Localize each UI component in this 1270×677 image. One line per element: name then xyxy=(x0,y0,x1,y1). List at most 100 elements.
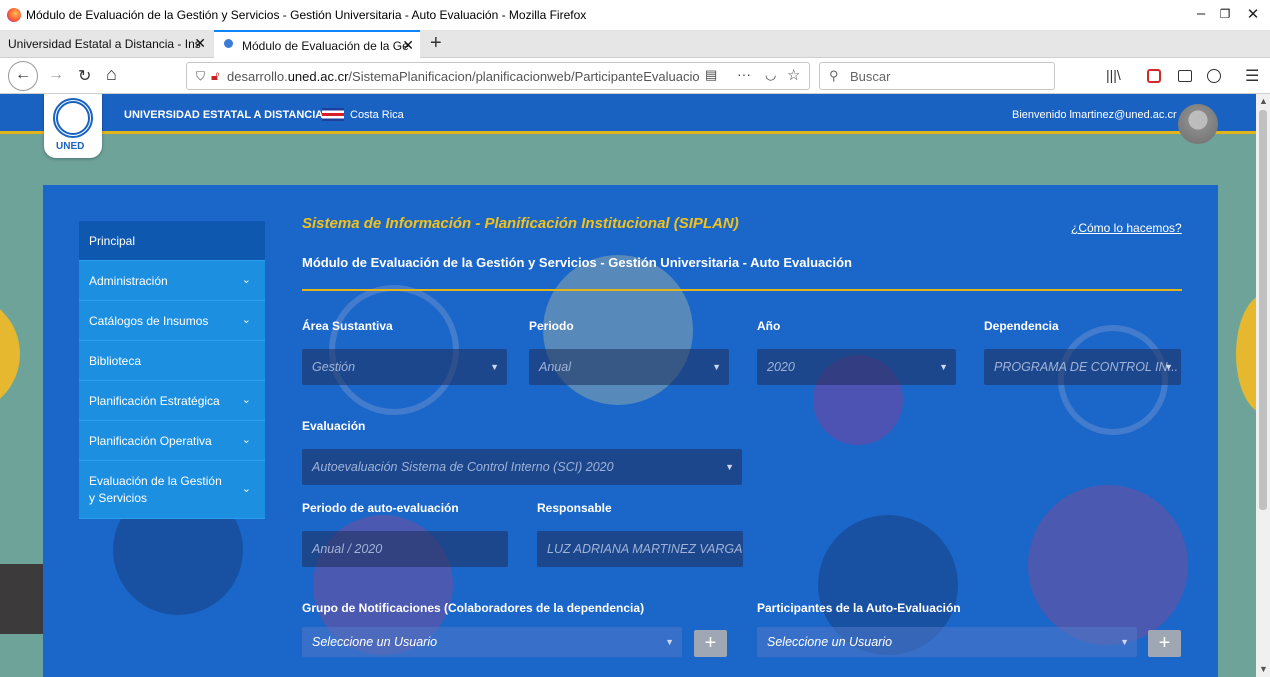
sidebar-item-evaluacion-gestion[interactable]: Evaluación de la Gestión y Servicios ⌄ xyxy=(79,461,265,519)
grupo-placeholder: Seleccione un Usuario xyxy=(312,635,438,649)
chevron-down-icon: ⌄ xyxy=(241,394,251,406)
new-tab-button[interactable]: + xyxy=(430,32,442,55)
dropdown-caret-icon: ▼ xyxy=(725,462,734,472)
dependencia-select[interactable]: PROGRAMA DE CONTROL IN... ▼ xyxy=(984,349,1181,385)
url-domain: uned.ac.cr xyxy=(287,69,349,84)
sidebar-item-planificacion-operativa[interactable]: Planificación Operativa ⌄ xyxy=(79,421,265,461)
scroll-down-icon[interactable]: ▼ xyxy=(1259,664,1268,674)
add-grupo-button[interactable]: + xyxy=(694,630,727,657)
insecure-lock-icon[interactable]: 🔓︎ xyxy=(211,68,219,84)
system-title: Sistema de Información - Planificación I… xyxy=(302,215,739,232)
menu-icon[interactable]: ☰ xyxy=(1245,66,1259,86)
add-participante-button[interactable]: + xyxy=(1148,630,1181,657)
tab-uned-home[interactable]: Universidad Estatal a Distancia - Ins ✕ xyxy=(0,30,212,58)
help-link[interactable]: ¿Cómo lo hacemos? xyxy=(1071,221,1182,235)
periodo-select[interactable]: Anual ▼ xyxy=(529,349,729,385)
chevron-down-icon: ⌄ xyxy=(241,274,251,286)
module-title: Módulo de Evaluación de la Gestión y Ser… xyxy=(302,255,852,270)
page-scrollbar[interactable]: ▲ ▼ xyxy=(1256,94,1270,677)
restore-button[interactable]: ❐ xyxy=(1210,7,1240,21)
close-tab-icon[interactable]: ✕ xyxy=(194,35,206,52)
sidebar-toggle-icon[interactable] xyxy=(1178,70,1192,82)
sidebar-item-biblioteca[interactable]: Biblioteca xyxy=(79,341,265,381)
url-prefix: desarrollo. xyxy=(227,69,288,84)
responsable-field: LUZ ADRIANA MARTINEZ VARGAS xyxy=(537,531,743,567)
site-header: UNIVERSIDAD ESTATAL A DISTANCIA Costa Ri… xyxy=(0,94,1256,134)
reader-view-icon[interactable]: ▤ xyxy=(705,67,717,83)
periodo-value: Anual xyxy=(539,360,571,374)
close-window-button[interactable]: ✕ xyxy=(1238,5,1268,23)
sidebar-item-label: Principal xyxy=(89,234,136,248)
responsable-label: Responsable xyxy=(537,501,612,515)
window-titlebar: Módulo de Evaluación de la Gestión y Ser… xyxy=(0,0,1270,30)
sidebar-item-label: Catálogos de Insumos xyxy=(89,314,209,328)
anio-label: Año xyxy=(757,319,781,333)
periodo-auto-field: Anual / 2020 xyxy=(302,531,508,567)
close-tab-icon[interactable]: ✕ xyxy=(402,37,414,54)
sidebar-item-label: Planificación Estratégica xyxy=(89,394,220,408)
window-title: Módulo de Evaluación de la Gestión y Ser… xyxy=(26,8,587,22)
uned-logo[interactable]: UNED xyxy=(44,94,102,158)
bookmark-star-icon[interactable]: ☆ xyxy=(787,66,800,84)
navigation-toolbar: ← → ↻ ⌂ ⛉ 🔓︎ desarrollo.uned.ac.cr/Siste… xyxy=(0,58,1270,94)
evaluacion-value: Autoevaluación Sistema de Control Intern… xyxy=(312,460,614,474)
deco-gears-icon xyxy=(1028,485,1188,645)
search-bar[interactable]: ⚲ Buscar xyxy=(819,62,1055,90)
area-value: Gestión xyxy=(312,360,356,374)
reload-button[interactable]: ↻ xyxy=(78,66,91,86)
periodo-auto-label: Periodo de auto-evaluación xyxy=(302,501,459,515)
evaluacion-select[interactable]: Autoevaluación Sistema de Control Intern… xyxy=(302,449,742,485)
participantes-placeholder: Seleccione un Usuario xyxy=(767,635,893,649)
pocket-icon[interactable]: ◡ xyxy=(765,67,776,83)
forward-button[interactable]: → xyxy=(48,66,64,84)
back-button[interactable]: ← xyxy=(8,61,38,91)
welcome-user: Bienvenido lmartinez@uned.ac.cr xyxy=(1012,109,1177,121)
area-label: Área Sustantiva xyxy=(302,319,393,333)
sidebar-item-label: Administración xyxy=(89,274,168,288)
chevron-down-icon: ⌄ xyxy=(241,483,251,495)
pocket-toolbar-icon[interactable] xyxy=(1147,69,1161,83)
anio-value: 2020 xyxy=(767,360,795,374)
sidebar-item-principal[interactable]: Principal xyxy=(79,221,265,261)
scroll-up-icon[interactable]: ▲ xyxy=(1259,96,1268,106)
deco-half-circle-right xyxy=(1236,294,1256,414)
sidebar-item-administracion[interactable]: Administración ⌄ xyxy=(79,261,265,301)
scrollbar-thumb[interactable] xyxy=(1259,110,1267,510)
country-name: Costa Rica xyxy=(350,109,404,121)
shield-icon[interactable]: ⛉ xyxy=(196,69,205,84)
sidebar-item-catalogos[interactable]: Catálogos de Insumos ⌄ xyxy=(79,301,265,341)
chevron-down-icon: ⌄ xyxy=(241,434,251,446)
anio-select[interactable]: 2020 ▼ xyxy=(757,349,956,385)
dropdown-caret-icon: ▼ xyxy=(665,637,674,647)
grupo-notificaciones-label: Grupo de Notificaciones (Colaboradores d… xyxy=(302,601,645,615)
chevron-down-icon: ⌄ xyxy=(241,314,251,326)
responsable-value: LUZ ADRIANA MARTINEZ VARGAS xyxy=(547,542,743,556)
avatar[interactable] xyxy=(1178,104,1218,144)
dropdown-caret-icon: ▼ xyxy=(490,362,499,372)
content-panel: Principal Administración ⌄ Catálogos de … xyxy=(43,185,1218,677)
tab-bar: Universidad Estatal a Distancia - Ins ✕ … xyxy=(0,30,1270,58)
deco-half-circle-left xyxy=(0,294,20,414)
dropdown-caret-icon: ▼ xyxy=(1164,362,1173,372)
logo-text: UNED xyxy=(56,141,85,152)
tab-modulo-evaluacion[interactable]: Módulo de Evaluación de la Ge ✕ xyxy=(214,30,420,58)
account-icon[interactable] xyxy=(1207,69,1221,83)
participantes-select[interactable]: Seleccione un Usuario ▼ xyxy=(757,627,1137,657)
costa-rica-flag-icon xyxy=(322,108,344,121)
library-icon[interactable]: |||\ xyxy=(1106,67,1121,83)
grupo-notificaciones-select[interactable]: Seleccione un Usuario ▼ xyxy=(302,627,682,657)
periodo-label: Periodo xyxy=(529,319,574,333)
sidebar-item-label: Planificación Operativa xyxy=(89,434,212,448)
url-bar[interactable]: ⛉ 🔓︎ desarrollo.uned.ac.cr/SistemaPlanif… xyxy=(186,62,810,90)
home-button[interactable]: ⌂ xyxy=(106,64,117,85)
sidebar-item-planificacion-estrategica[interactable]: Planificación Estratégica ⌄ xyxy=(79,381,265,421)
area-select[interactable]: Gestión ▼ xyxy=(302,349,507,385)
url-path: /SistemaPlanificacion/planificacionweb/P… xyxy=(348,69,700,84)
participantes-label: Participantes de la Auto-Evaluación xyxy=(757,601,961,615)
search-placeholder: Buscar xyxy=(850,69,891,84)
page-actions-icon[interactable]: ··· xyxy=(737,66,751,82)
periodo-auto-value: Anual / 2020 xyxy=(312,542,383,556)
tab-favicon-icon xyxy=(224,39,233,48)
tab-label: Universidad Estatal a Distancia - Ins xyxy=(8,37,201,51)
sidebar-item-label: Biblioteca xyxy=(89,354,142,368)
